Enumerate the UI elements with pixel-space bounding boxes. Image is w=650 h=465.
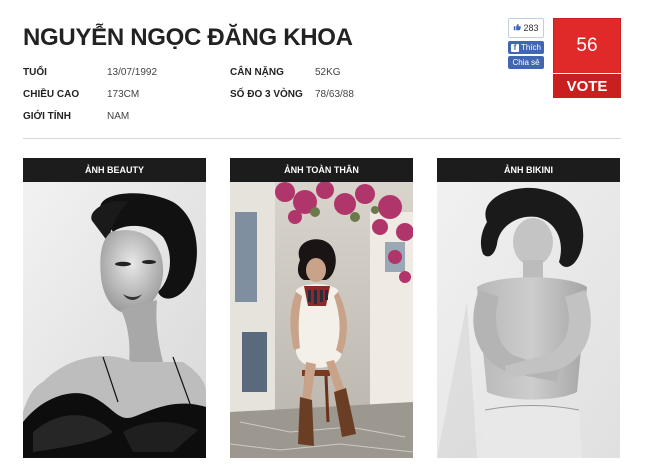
facebook-like-button[interactable]: f Thích	[508, 41, 544, 54]
vote-count: 56	[576, 35, 598, 56]
gender-label: GIỚI TÍNH	[23, 111, 71, 122]
like-count: 283	[523, 23, 539, 33]
age-value: 13/07/1992	[107, 67, 158, 78]
photo-card-full-body[interactable]: ẢNH TOÀN THÂN	[230, 158, 413, 458]
photo-card-bikini[interactable]: ẢNH BIKINI	[437, 158, 620, 458]
facebook-share-label: Chia sẻ	[512, 58, 540, 67]
thumbs-up-icon	[513, 23, 522, 33]
bikini-photo[interactable]	[437, 182, 620, 458]
facebook-like-label: Thích	[520, 43, 541, 52]
like-count-box[interactable]: 283	[508, 18, 544, 38]
photo-header-beauty: ẢNH BEAUTY	[23, 158, 206, 182]
facebook-icon: f	[510, 43, 519, 52]
photo-header-bikini: ẢNH BIKINI	[437, 158, 620, 182]
photo-header-full-body: ẢNH TOÀN THÂN	[230, 158, 413, 182]
beauty-photo[interactable]	[23, 182, 206, 458]
divider	[23, 138, 621, 139]
vote-box: 56 VOTE	[553, 18, 621, 98]
weight-label: CÂN NẶNG	[230, 67, 284, 78]
contestant-name: NGUYỄN NGỌC ĐĂNG KHOA	[23, 24, 353, 51]
weight-value: 52KG	[315, 67, 341, 78]
height-label: CHIỀU CAO	[23, 89, 80, 100]
age-label: TUỔI	[23, 67, 47, 78]
vote-button[interactable]: VOTE	[553, 73, 621, 98]
full-body-photo[interactable]	[230, 182, 413, 458]
height-value: 173CM	[107, 89, 140, 100]
gender-value: NAM	[107, 111, 130, 122]
measurements-label: SỐ ĐO 3 VÒNG	[230, 89, 303, 100]
photo-card-beauty[interactable]: ẢNH BEAUTY	[23, 158, 206, 458]
facebook-share-button[interactable]: Chia sẻ	[508, 56, 544, 69]
social-buttons: 283 f Thích Chia sẻ	[508, 18, 545, 69]
measurements-value: 78/63/88	[315, 89, 354, 100]
